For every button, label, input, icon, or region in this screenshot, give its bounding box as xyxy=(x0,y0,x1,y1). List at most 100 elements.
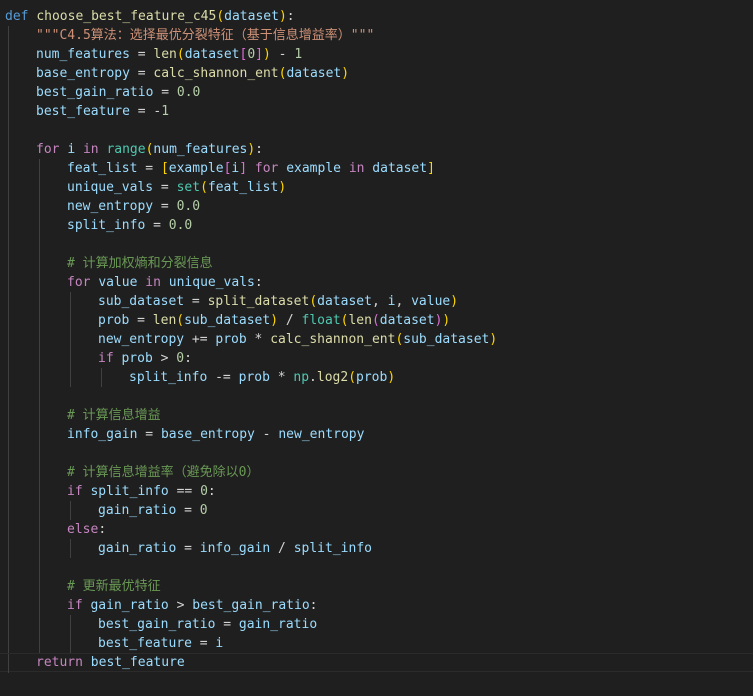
code-token: dataset xyxy=(184,47,240,62)
code-line[interactable]: best_gain_ratio = gain_ratio xyxy=(0,615,753,634)
code-line[interactable]: prob = len(sub_dataset) / float(len(data… xyxy=(0,311,753,330)
code-token: : xyxy=(254,275,263,290)
code-line[interactable]: feat_list = [example[i] for example in d… xyxy=(0,159,753,178)
indent-guide xyxy=(8,292,9,311)
indent-guide xyxy=(8,558,9,577)
code-token: value xyxy=(411,294,451,309)
code-line[interactable]: if prob > 0: xyxy=(0,349,753,368)
code-token: ] xyxy=(427,161,435,176)
indent-guide xyxy=(8,482,9,501)
indent-guide xyxy=(39,235,40,254)
code-token: base_entropy xyxy=(160,427,255,442)
code-token: ( xyxy=(176,313,185,328)
code-line[interactable]: return best_feature xyxy=(0,653,753,673)
code-line[interactable]: num_features = len(dataset[0]) - 1 xyxy=(0,45,753,64)
code-token: for xyxy=(254,161,279,176)
code-token: ] xyxy=(239,161,248,176)
code-token: = xyxy=(137,427,161,442)
code-text: feat_list = [example[i] for example in d… xyxy=(67,159,435,178)
indent-guide xyxy=(8,654,9,673)
code-line[interactable]: gain_ratio = 0 xyxy=(0,501,753,520)
indent-guide xyxy=(8,425,9,444)
code-line[interactable]: new_entropy = 0.0 xyxy=(0,197,753,216)
indent-guide xyxy=(39,482,40,501)
code-token: ] xyxy=(255,47,263,62)
indent-guide xyxy=(70,615,71,634)
indent-guide xyxy=(39,197,40,216)
indent-guide xyxy=(8,64,9,83)
code-editor[interactable]: def choose_best_feature_c45(dataset): """… xyxy=(0,0,753,696)
code-line[interactable]: gain_ratio = info_gain / split_info xyxy=(0,539,753,558)
code-token: - xyxy=(270,47,295,62)
code-token: best_gain_ratio xyxy=(98,617,216,632)
code-line[interactable]: split_info = 0.0 xyxy=(0,216,753,235)
code-token: dataset xyxy=(372,161,428,176)
code-line[interactable]: # 计算加权熵和分裂信息 xyxy=(0,254,753,273)
code-token: [ xyxy=(160,161,169,176)
code-text: for i in range(num_features): xyxy=(36,140,263,159)
code-line[interactable] xyxy=(0,558,753,577)
code-token: sub_dataset xyxy=(403,332,490,347)
code-line[interactable] xyxy=(0,121,753,140)
code-token: # 计算信息增益率（避免除以0） xyxy=(67,465,260,480)
code-line[interactable]: base_entropy = calc_shannon_ent(dataset) xyxy=(0,64,753,83)
code-line[interactable]: # 计算信息增益 xyxy=(0,406,753,425)
code-line[interactable]: def choose_best_feature_c45(dataset): xyxy=(0,7,753,26)
indent-guide xyxy=(8,368,9,387)
indent-guide xyxy=(70,349,71,368)
code-line[interactable]: best_gain_ratio = 0.0 xyxy=(0,83,753,102)
code-token: ) xyxy=(270,313,279,328)
code-line[interactable] xyxy=(0,444,753,463)
code-line[interactable]: sub_dataset = split_dataset(dataset, i, … xyxy=(0,292,753,311)
code-line[interactable]: if gain_ratio > best_gain_ratio: xyxy=(0,596,753,615)
code-token: base_entropy xyxy=(36,66,130,81)
code-token: # 更新最优特征 xyxy=(67,579,161,594)
indent-guide xyxy=(39,615,40,634)
indent-guide xyxy=(8,159,9,178)
code-line[interactable] xyxy=(0,387,753,406)
code-line[interactable]: else: xyxy=(0,520,753,539)
indent-guide xyxy=(8,311,9,330)
code-line[interactable]: info_gain = base_entropy - new_entropy xyxy=(0,425,753,444)
code-token: sub_dataset xyxy=(98,294,185,309)
indent-guide xyxy=(39,558,40,577)
code-token: 0.0 xyxy=(176,199,201,214)
code-line[interactable]: unique_vals = set(feat_list) xyxy=(0,178,753,197)
code-token: = - xyxy=(129,104,162,119)
code-token: best_feature xyxy=(36,104,130,119)
code-text: if split_info == 0: xyxy=(67,482,216,501)
code-text: prob = len(sub_dataset) / float(len(data… xyxy=(98,311,450,330)
indent-guide xyxy=(8,121,9,140)
code-token: = xyxy=(176,503,200,518)
code-text: gain_ratio = 0 xyxy=(98,501,208,520)
code-line[interactable]: new_entropy += prob * calc_shannon_ent(s… xyxy=(0,330,753,349)
code-token: += xyxy=(184,332,216,347)
code-line[interactable]: if split_info == 0: xyxy=(0,482,753,501)
code-line[interactable]: """C4.5算法：选择最优分裂特征（基于信息增益率）""" xyxy=(0,26,753,45)
code-token: value xyxy=(98,275,138,290)
code-text: best_feature = -1 xyxy=(36,102,169,121)
code-text: info_gain = base_entropy - new_entropy xyxy=(67,425,364,444)
code-line[interactable] xyxy=(0,235,753,254)
code-token: 0 xyxy=(247,47,256,62)
indent-guide xyxy=(39,577,40,596)
code-text: new_entropy += prob * calc_shannon_ent(s… xyxy=(98,330,497,349)
code-token: in xyxy=(145,275,161,290)
code-token: : xyxy=(286,9,295,24)
code-text: # 计算信息增益 xyxy=(67,406,161,425)
code-token: len xyxy=(152,313,177,328)
code-line[interactable]: best_feature = -1 xyxy=(0,102,753,121)
indent-guide xyxy=(8,140,9,159)
code-line[interactable]: for value in unique_vals: xyxy=(0,273,753,292)
code-line[interactable]: split_info -= prob * np.log2(prob) xyxy=(0,368,753,387)
indent-guide xyxy=(8,45,9,64)
code-line[interactable]: for i in range(num_features): xyxy=(0,140,753,159)
code-token: ( xyxy=(200,180,208,195)
code-line[interactable]: best_feature = i xyxy=(0,634,753,653)
code-line[interactable]: # 更新最优特征 xyxy=(0,577,753,596)
code-token: in xyxy=(348,161,365,176)
code-token: ) xyxy=(442,313,451,328)
indent-guide xyxy=(8,235,9,254)
code-line[interactable]: # 计算信息增益率（避免除以0） xyxy=(0,463,753,482)
